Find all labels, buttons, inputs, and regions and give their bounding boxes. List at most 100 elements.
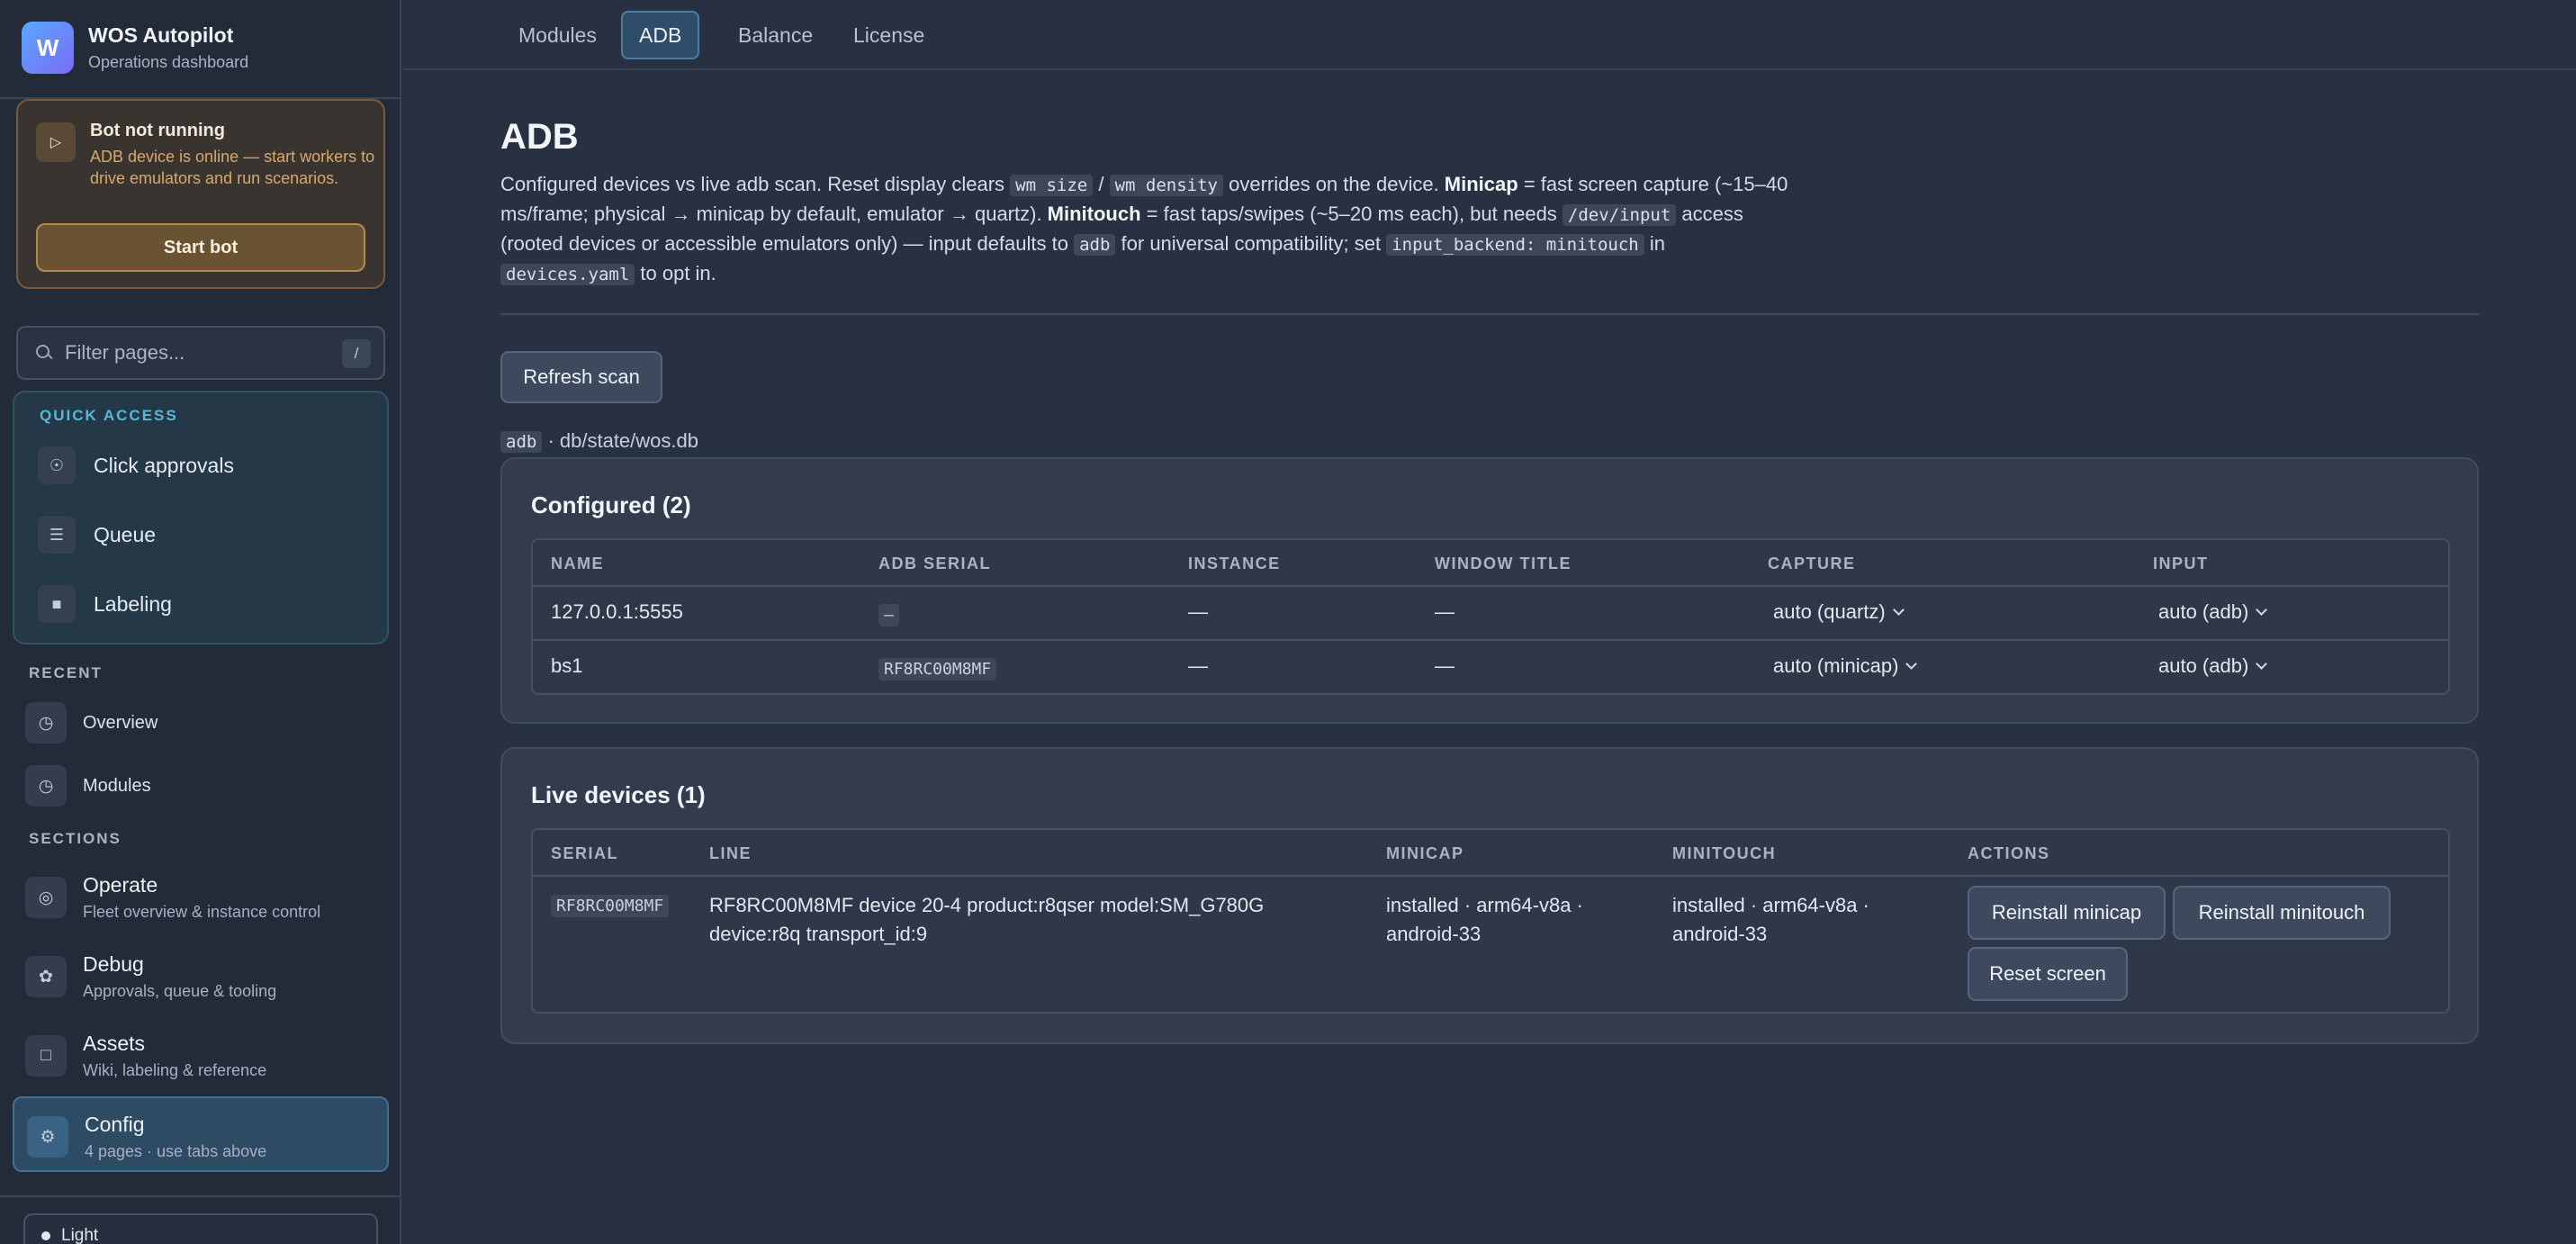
start-bot-button[interactable]: Start bot <box>36 223 365 272</box>
minicap-status: installed · arm64-v8a · android-33 <box>1386 894 1583 945</box>
live-devices-table: SERIAL LINE MINICAP MINITOUCH ACTIONS RF… <box>531 828 2450 1014</box>
col-header: ADB SERIAL <box>878 554 992 572</box>
col-header: MINITOUCH <box>1672 844 1777 862</box>
section-item-title: Debug <box>83 952 144 976</box>
window-title: — <box>1435 654 1455 677</box>
theme-toggle[interactable]: Light <box>23 1213 378 1244</box>
input-select[interactable]: auto (adb) <box>2158 600 2268 624</box>
top-tabs: Modules ADB Balance License <box>403 0 2576 70</box>
refresh-scan-button[interactable]: Refresh scan <box>500 351 662 403</box>
folder-icon: □ <box>25 1035 67 1077</box>
col-header: INSTANCE <box>1188 554 1281 572</box>
recent-item-modules[interactable]: ◷ Modules <box>25 765 151 807</box>
capture-select[interactable]: auto (quartz) <box>1773 600 1905 624</box>
section-item-subtitle: Approvals, queue & tooling <box>83 982 277 1000</box>
chevron-down-icon <box>2256 658 2268 670</box>
reset-screen-button[interactable]: Reset screen <box>1968 947 2128 1001</box>
code-dev-input: /dev/input <box>1562 204 1677 226</box>
col-header: ACTIONS <box>1968 844 2050 862</box>
recent-label: RECENT <box>29 664 103 681</box>
section-item-subtitle: 4 pages · use tabs above <box>85 1142 267 1160</box>
table-row: 127.0.0.1:5555 – — — auto (quartz) auto … <box>533 587 2448 641</box>
db-source: adb · db/state/wos.db <box>500 429 698 453</box>
col-header: INPUT <box>2153 554 2209 572</box>
reinstall-minicap-button[interactable]: Reinstall minicap <box>1968 886 2166 940</box>
page-intro: Configured devices vs live adb scan. Res… <box>500 173 1788 285</box>
chevron-down-icon <box>2256 604 2268 616</box>
code-devices-yaml: devices.yaml <box>500 264 635 285</box>
tab-modules[interactable]: Modules <box>502 11 613 59</box>
shortcut-key-badge: / <box>342 339 371 368</box>
adb-serial: – <box>878 602 899 627</box>
section-item-debug[interactable]: ✿ Debug Approvals, queue & tooling <box>25 952 276 1001</box>
col-header: NAME <box>551 554 604 572</box>
recent-item-label: Modules <box>83 775 151 796</box>
section-item-subtitle: Wiki, labeling & reference <box>83 1061 267 1079</box>
col-header: WINDOW TITLE <box>1435 554 1572 572</box>
table-row: RF8RC00M8MF RF8RC00M8MF device 20-4 prod… <box>533 877 2448 1012</box>
input-select[interactable]: auto (adb) <box>2158 654 2268 678</box>
col-header: CAPTURE <box>1768 554 1856 572</box>
quick-access-item-labeling[interactable]: ■ Labeling <box>38 585 172 623</box>
code-input-backend: input_backend: minitouch <box>1386 234 1644 256</box>
quick-access-item-click-approvals[interactable]: ☉ Click approvals <box>38 446 234 484</box>
bug-icon: ✿ <box>25 956 67 997</box>
db-tag: adb <box>500 431 543 453</box>
filter-pages-input[interactable] <box>65 341 335 365</box>
chevron-down-icon <box>1892 604 1905 616</box>
brand[interactable]: W WOS Autopilot Operations dashboard <box>22 22 248 74</box>
section-item-assets[interactable]: □ Assets Wiki, labeling & reference <box>25 1032 266 1080</box>
col-header: LINE <box>709 844 752 862</box>
device-name: 127.0.0.1:5555 <box>551 600 683 623</box>
bot-status-card: ▷ Bot not running ADB device is online —… <box>16 99 385 289</box>
search-icon <box>34 343 54 363</box>
configured-card: Configured (2) NAME ADB SERIAL INSTANCE … <box>500 457 2479 724</box>
instance: — <box>1188 654 1208 677</box>
code-wm-density: wm density <box>1109 175 1223 196</box>
main-content: ADB Configured devices vs live adb scan.… <box>500 117 2481 1044</box>
gear-icon: ⚙ <box>27 1116 68 1158</box>
live-serial: RF8RC00M8MF <box>551 893 670 917</box>
quick-access-item-queue[interactable]: ☰ Queue <box>38 516 156 554</box>
code-wm-size: wm size <box>1010 175 1094 196</box>
configured-title: Configured (2) <box>531 491 691 518</box>
section-item-subtitle: Fleet overview & instance control <box>83 903 321 921</box>
history-icon: ◷ <box>25 765 67 807</box>
history-icon: ◷ <box>25 702 67 744</box>
play-icon: ▷ <box>36 122 76 162</box>
tab-adb[interactable]: ADB <box>621 11 700 59</box>
code-adb: adb <box>1074 234 1116 256</box>
section-item-config-active[interactable]: ⚙ Config 4 pages · use tabs above <box>13 1096 389 1172</box>
adb-serial: RF8RC00M8MF <box>878 656 997 681</box>
recent-item-overview[interactable]: ◷ Overview <box>25 702 158 744</box>
reinstall-minitouch-button[interactable]: Reinstall minitouch <box>2173 886 2391 940</box>
db-path: · db/state/wos.db <box>547 429 698 452</box>
capture-select[interactable]: auto (minicap) <box>1773 654 1918 678</box>
chevron-down-icon <box>1905 658 1918 670</box>
tab-balance[interactable]: Balance <box>722 11 829 59</box>
bot-status-desc: ADB device is online — start workers to … <box>90 148 375 187</box>
shield-check-icon: ☉ <box>38 446 76 484</box>
section-item-operate[interactable]: ◎ Operate Fleet overview & instance cont… <box>25 873 320 922</box>
app-title: WOS Autopilot <box>88 23 234 47</box>
target-icon: ◎ <box>25 877 67 918</box>
adb-line: RF8RC00M8MF device 20-4 product:r8qser m… <box>709 894 1265 945</box>
sections-label: SECTIONS <box>29 830 122 847</box>
section-item-title: Assets <box>83 1032 146 1055</box>
live-devices-card: Live devices (1) SERIAL LINE MINICAP MIN… <box>500 747 2479 1044</box>
section-item-title: Operate <box>83 873 158 897</box>
col-header: MINICAP <box>1386 844 1464 862</box>
quick-access-item-label: Queue <box>94 522 157 546</box>
tab-license[interactable]: License <box>837 11 941 59</box>
table-header-row: NAME ADB SERIAL INSTANCE WINDOW TITLE CA… <box>533 540 2448 587</box>
table-row: bs1 RF8RC00M8MF — — auto (minicap) auto … <box>533 641 2448 693</box>
device-name: bs1 <box>551 654 583 677</box>
instance: — <box>1188 600 1208 623</box>
quick-access-item-label: Labeling <box>94 591 172 616</box>
section-item-title: Config <box>85 1113 145 1136</box>
section-item-config[interactable]: ⚙ Config 4 pages · use tabs above <box>27 1113 266 1161</box>
bot-status-title: Bot not running <box>90 121 225 140</box>
live-devices-title: Live devices (1) <box>531 781 706 808</box>
minitouch-status: installed · arm64-v8a · android-33 <box>1672 894 1869 945</box>
recent-item-label: Overview <box>83 712 158 733</box>
